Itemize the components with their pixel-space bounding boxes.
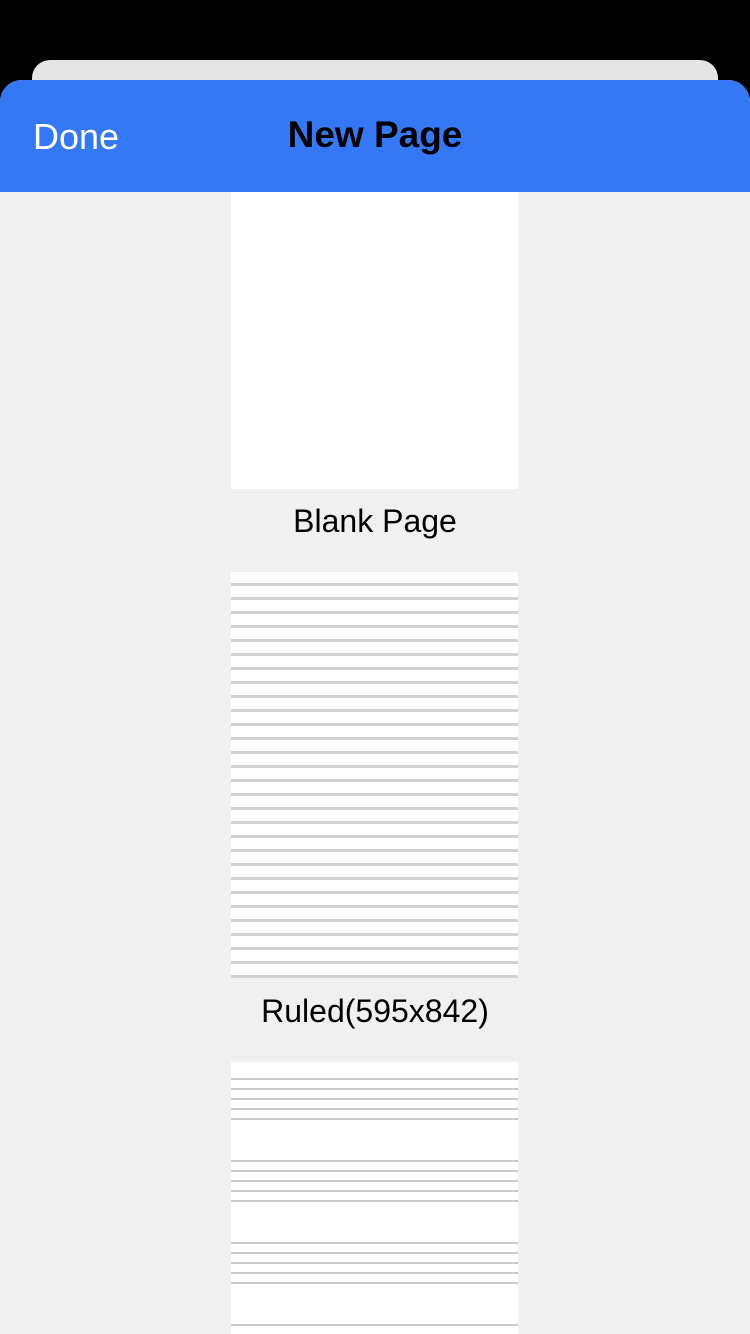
template-label-ruled: Ruled(595x842) (261, 993, 489, 1029)
template-thumb-blank[interactable] (231, 192, 518, 489)
page-title: New Page (287, 114, 463, 155)
template-label-blank: Blank Page (293, 503, 457, 539)
new-page-sheet: Done New Page Blank Page Ruled(595x842) (0, 80, 750, 1334)
template-thumb-ruled[interactable] (231, 572, 518, 978)
template-thumb-music-staff[interactable] (231, 1062, 518, 1334)
navigation-bar: Done New Page (0, 80, 750, 192)
